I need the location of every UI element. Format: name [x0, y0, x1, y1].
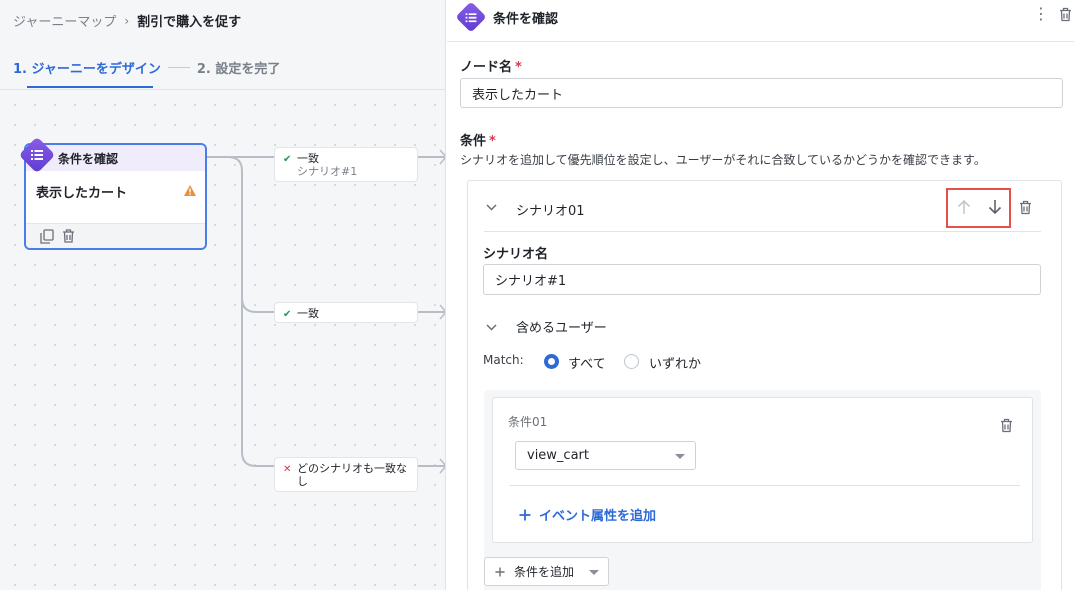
- add-event-attribute-label: イベント属性を追加: [539, 509, 657, 524]
- list-icon: [31, 150, 43, 160]
- scenario-name-input[interactable]: シナリオ#1: [483, 264, 1041, 295]
- delete-node-icon[interactable]: [62, 229, 75, 243]
- condition-group: 条件01 view_cart イベント属性を追加 条件を追加: [484, 390, 1041, 590]
- branch-match-scenario-1[interactable]: ✔ 一致 シナリオ#1: [274, 147, 418, 182]
- conditions-label-text: 条件: [460, 134, 487, 149]
- journey-canvas-pane: ジャーニーマップ › 割引で購入を促す 1. ジャーニーをデザイン 2. 設定を…: [0, 0, 446, 590]
- panel-type-badge: [455, 1, 487, 33]
- conditions-description: シナリオを追加して優先順位を設定し、ユーザーがそれに合致しているかどうかを確認で…: [460, 153, 986, 167]
- divider: [509, 485, 1020, 486]
- match-all-radio[interactable]: [544, 354, 559, 369]
- match-any-radio[interactable]: [624, 354, 639, 369]
- branch-label: 一致: [297, 307, 319, 320]
- match-all-label[interactable]: すべて: [568, 353, 606, 372]
- warning-icon: [184, 185, 196, 196]
- scenario-title: シナリオ01: [516, 204, 585, 219]
- node-settings-panel: 条件を確認 ⋮ ノード名 * 表示したカート 条件 * シナリオを追加して優先順位を…: [447, 0, 1074, 590]
- cross-icon: ✕: [283, 464, 292, 475]
- branch-no-match[interactable]: ✕ どのシナリオも一致なし: [274, 457, 418, 492]
- panel-header: 条件を確認 ⋮: [447, 0, 1074, 42]
- node-name-label-text: ノード名: [460, 60, 513, 75]
- node-name-input[interactable]: 表示したカート: [460, 78, 1063, 108]
- panel-title: 条件を確認: [493, 12, 559, 27]
- divider: [484, 231, 1041, 232]
- match-label: Match:: [483, 353, 524, 367]
- chevron-down-icon[interactable]: [486, 320, 497, 334]
- delete-panel-icon[interactable]: [1059, 7, 1072, 22]
- list-icon: [465, 12, 477, 22]
- branch-connectors: [207, 149, 445, 474]
- scenario-card: シナリオ01 シナリオ名 シナリオ#1 含めるユーザー Match: すべて い…: [467, 180, 1062, 590]
- conditions-label: 条件 *: [460, 130, 496, 149]
- match-any-label[interactable]: いずれか: [649, 353, 701, 372]
- required-mark: *: [515, 60, 522, 75]
- check-condition-node[interactable]: 条件を確認 表示したカート: [24, 143, 207, 250]
- condition-card: 条件01 view_cart イベント属性を追加: [492, 397, 1033, 543]
- condition-title: 条件01: [508, 415, 548, 429]
- caret-down-icon: [589, 570, 599, 575]
- delete-scenario-icon[interactable]: [1019, 200, 1032, 215]
- event-select[interactable]: view_cart: [515, 441, 696, 470]
- move-up-icon[interactable]: [957, 199, 971, 215]
- caret-down-icon: [675, 454, 685, 459]
- add-condition-label: 条件を追加: [514, 565, 575, 579]
- branch-match[interactable]: ✔ 一致: [274, 302, 418, 323]
- branch-label: どのシナリオも一致なし: [297, 462, 407, 488]
- node-name: 表示したカート: [36, 186, 128, 201]
- move-down-icon[interactable]: [988, 199, 1002, 215]
- node-name-label: ノード名 *: [460, 56, 522, 75]
- branch-sublabel: シナリオ#1: [297, 165, 358, 178]
- duplicate-icon[interactable]: [40, 228, 54, 244]
- branch-label: 一致: [297, 152, 319, 165]
- plus-icon: [519, 509, 531, 520]
- required-mark: *: [489, 134, 496, 149]
- more-options-icon[interactable]: ⋮: [1033, 6, 1049, 22]
- check-icon: ✔: [283, 309, 292, 320]
- node-type-label: 条件を確認: [26, 145, 205, 171]
- include-users-toggle[interactable]: 含めるユーザー: [516, 317, 607, 336]
- add-event-attribute-button[interactable]: イベント属性を追加: [519, 505, 656, 524]
- plus-icon: [495, 567, 505, 576]
- event-select-value: view_cart: [527, 448, 589, 463]
- chevron-down-icon[interactable]: [486, 200, 497, 214]
- reorder-controls-highlight: [946, 188, 1011, 228]
- scenario-header[interactable]: シナリオ01: [468, 181, 1061, 233]
- scenario-name-label: シナリオ名: [483, 247, 549, 262]
- check-icon: ✔: [283, 154, 292, 165]
- delete-condition-icon[interactable]: [1000, 418, 1013, 433]
- add-condition-button[interactable]: 条件を追加: [484, 557, 609, 586]
